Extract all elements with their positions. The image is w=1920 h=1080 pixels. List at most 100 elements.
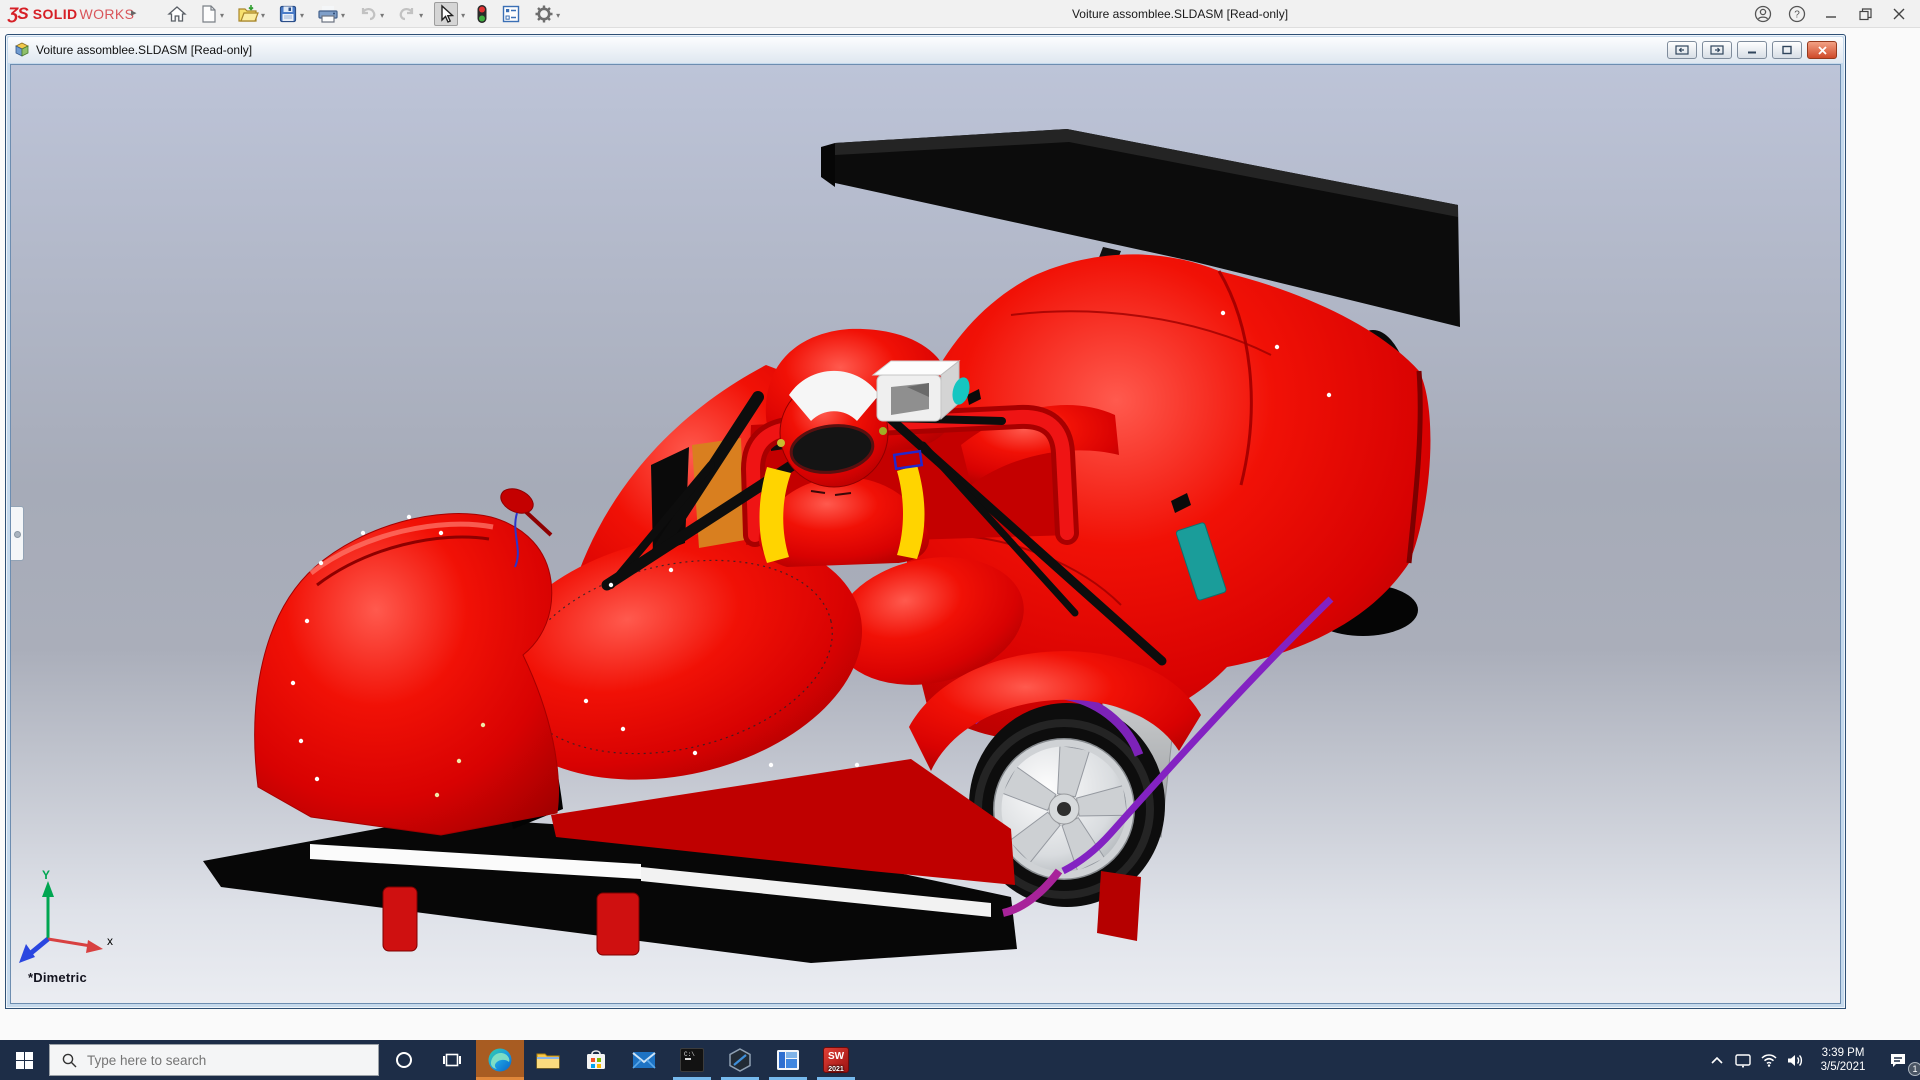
- taskbar-app-microsoft-edge[interactable]: [476, 1040, 524, 1080]
- graphics-viewport[interactable]: Y x *Dimetric: [10, 64, 1841, 1004]
- volume-icon: [1788, 1054, 1803, 1066]
- undo-button[interactable]: ▾: [356, 2, 386, 26]
- open-document-dropdown[interactable]: ▾: [261, 11, 265, 20]
- account-icon: [1754, 5, 1772, 23]
- save-button[interactable]: ▾: [276, 2, 306, 26]
- help-icon: ?: [1788, 5, 1806, 23]
- doc-close-button[interactable]: [1807, 41, 1837, 59]
- print-dropdown[interactable]: ▾: [341, 11, 345, 20]
- taskbar-app-microsoft-store[interactable]: [572, 1040, 620, 1080]
- taskbar-search[interactable]: [49, 1044, 379, 1076]
- action-center-button[interactable]: 1: [1878, 1040, 1920, 1080]
- wifi-icon: [1761, 1054, 1777, 1067]
- app-titlebar: ƷS SOLID WORKS ▸ ▾ ▾ ▾ ▾ ▾ ▾ ▾ ▾ Voiture…: [0, 0, 1920, 28]
- system-tray: 3:39 PM 3/5/2021 1: [1704, 1040, 1920, 1080]
- display-pane-list-icon: [502, 5, 520, 23]
- document-titlebar[interactable]: Voiture assomblee.SLDASM [Read-only]: [8, 37, 1843, 63]
- taskbar-app-command-prompt[interactable]: C:\: [668, 1040, 716, 1080]
- search-input[interactable]: [87, 1052, 347, 1068]
- restore-button[interactable]: [1848, 0, 1882, 28]
- taskbar-clock[interactable]: 3:39 PM 3/5/2021: [1812, 1046, 1874, 1074]
- save-dropdown[interactable]: ▾: [300, 11, 304, 20]
- cmd-prompt-text: C:\: [684, 1051, 695, 1058]
- view-orientation-label: *Dimetric: [28, 970, 87, 985]
- clock-time: 3:39 PM: [1821, 1047, 1865, 1059]
- new-document-icon: [202, 5, 216, 23]
- account-button[interactable]: [1746, 0, 1780, 28]
- notification-icon: [1891, 1053, 1905, 1067]
- open-document-button[interactable]: ▾: [235, 2, 267, 26]
- 3d-scene[interactable]: [11, 65, 1841, 1004]
- rearview-mirror[interactable]: [871, 359, 961, 422]
- solidworks-logo: ƷS SOLID WORKS: [8, 4, 135, 23]
- taskbar-app-file-explorer[interactable]: [524, 1040, 572, 1080]
- app-window-title: Voiture assomblee.SLDASM [Read-only]: [1071, 7, 1289, 21]
- hexagon-tool-icon: [729, 1048, 751, 1072]
- minimize-button[interactable]: [1814, 0, 1848, 28]
- options-dropdown[interactable]: ▾: [556, 11, 560, 20]
- mail-icon: [632, 1052, 656, 1069]
- undo-dropdown[interactable]: ▾: [380, 11, 384, 20]
- solidworks-icon-year: 2021: [828, 1066, 844, 1073]
- triad-x-label: x: [107, 934, 113, 948]
- doc-minimize-button[interactable]: [1737, 41, 1767, 59]
- pane-right-icon: [1710, 45, 1724, 55]
- taskbar-app-hexagon-tool[interactable]: [716, 1040, 764, 1080]
- doc-pane-right-button[interactable]: [1702, 41, 1732, 59]
- display-pane-button[interactable]: [499, 2, 523, 26]
- help-button[interactable]: ?: [1780, 0, 1814, 28]
- save-floppy-icon: [279, 5, 297, 23]
- microsoft-store-icon: [587, 1050, 605, 1069]
- start-button[interactable]: [0, 1040, 48, 1080]
- select-cursor-button[interactable]: [434, 2, 459, 26]
- doc-maximize-icon: [1782, 45, 1792, 55]
- doc-maximize-button[interactable]: [1772, 41, 1802, 59]
- toolbar-flyout-arrow-icon[interactable]: ▸: [131, 6, 145, 22]
- new-document-button[interactable]: ▾: [198, 2, 226, 26]
- taskbar-app-solidworks[interactable]: SW 2021: [812, 1040, 860, 1080]
- new-document-dropdown[interactable]: ▾: [220, 11, 224, 20]
- task-view-button[interactable]: [428, 1040, 476, 1080]
- search-icon: [62, 1053, 77, 1067]
- home-button[interactable]: [165, 2, 189, 26]
- collapse-tab-handle-icon: [14, 531, 21, 538]
- svg-text:?: ?: [1794, 10, 1800, 21]
- restore-icon: [1858, 7, 1872, 20]
- close-button[interactable]: [1882, 0, 1916, 28]
- wifi-button[interactable]: [1756, 1040, 1782, 1080]
- assembly-cube-icon: [15, 42, 29, 57]
- rebuild-indicator-button[interactable]: [474, 2, 490, 26]
- tablet-device-icon: [1735, 1053, 1751, 1068]
- pane-left-icon: [1675, 45, 1689, 55]
- file-explorer-icon: [536, 1053, 560, 1069]
- app-window-controls: ?: [1746, 0, 1916, 28]
- gear-icon: [535, 5, 553, 23]
- open-folder-icon: [238, 5, 259, 22]
- select-cursor-icon: [441, 4, 455, 23]
- home-icon: [167, 6, 187, 22]
- feature-tree-collapse-tab[interactable]: [11, 506, 24, 561]
- cortana-button[interactable]: [380, 1040, 428, 1080]
- redo-button[interactable]: ▾: [395, 2, 425, 26]
- document-window-controls: [1667, 41, 1837, 59]
- options-button[interactable]: ▾: [532, 2, 562, 26]
- solidworks-icon-letters: SW: [827, 1051, 845, 1062]
- solidworks-logo-glyph: ƷS: [8, 4, 29, 23]
- document-window: Voiture assomblee.SLDASM [Read-only] Y x…: [5, 34, 1846, 1009]
- notification-count-badge: 1: [1908, 1062, 1920, 1076]
- tablet-device-button[interactable]: [1730, 1040, 1756, 1080]
- taskbar-app-mail[interactable]: [620, 1040, 668, 1080]
- triad-y-arrow: [42, 881, 54, 897]
- close-icon: [1893, 8, 1905, 20]
- hidden-icons-button[interactable]: [1704, 1040, 1730, 1080]
- select-dropdown[interactable]: ▾: [461, 11, 465, 20]
- quick-access-toolbar: ▾ ▾ ▾ ▾ ▾ ▾ ▾ ▾: [165, 0, 562, 28]
- clock-date: 3/5/2021: [1820, 1061, 1866, 1073]
- triad-x-arrow: [86, 940, 103, 953]
- windows-logo-icon: [15, 1051, 33, 1069]
- print-button[interactable]: ▾: [315, 2, 347, 26]
- volume-button[interactable]: [1782, 1040, 1808, 1080]
- taskbar-app-blue-window[interactable]: [764, 1040, 812, 1080]
- doc-pane-left-button[interactable]: [1667, 41, 1697, 59]
- redo-dropdown[interactable]: ▾: [419, 11, 423, 20]
